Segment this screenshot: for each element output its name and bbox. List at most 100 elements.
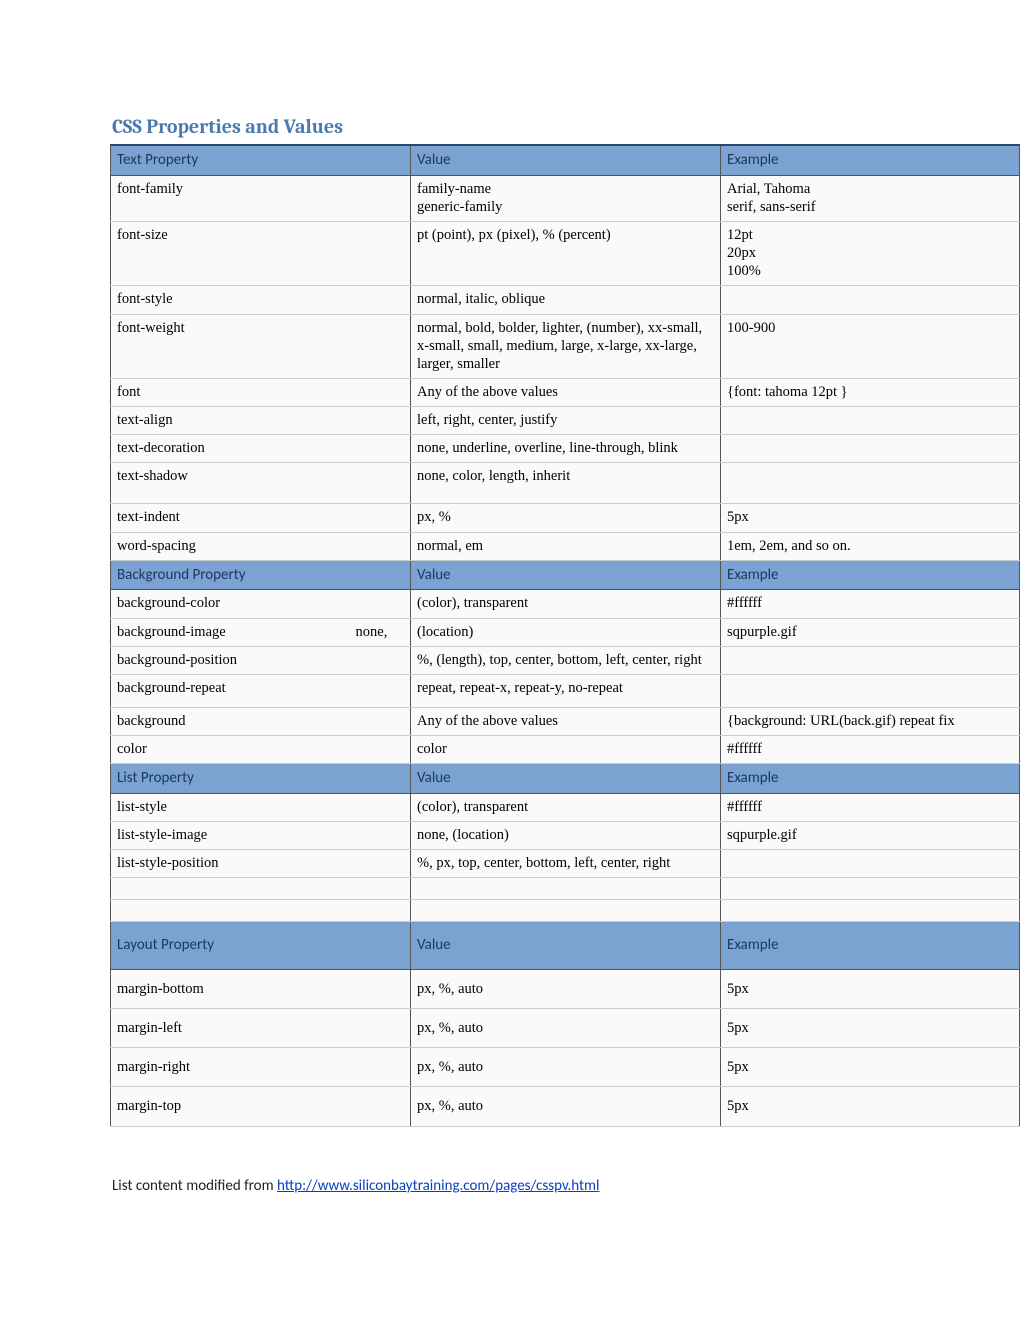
cell-property-text: background-image	[117, 624, 226, 640]
table-row	[111, 878, 1020, 900]
cell-property: list-style	[111, 793, 411, 821]
table-row: color color #ffffff	[111, 736, 1020, 764]
cell-property: margin-left	[111, 1009, 411, 1048]
cell-example: 100-900	[721, 314, 1020, 378]
cell-example: sqpurple.gif	[721, 618, 1020, 646]
cell-property: font-family	[111, 175, 411, 221]
cell-example: #ffffff	[721, 736, 1020, 764]
table-row: text-indent px, % 5px	[111, 504, 1020, 532]
cell-example	[721, 407, 1020, 435]
cell-property: background-color	[111, 590, 411, 618]
table-row: list-style-image none, (location) sqpurp…	[111, 822, 1020, 850]
cell-value: family-namegeneric-family	[411, 175, 721, 221]
table-row: font-style normal, italic, oblique	[111, 286, 1020, 314]
cell-value: Any of the above values	[411, 378, 721, 406]
cell-example	[721, 435, 1020, 463]
cell-property: font-style	[111, 286, 411, 314]
cell-property: font-size	[111, 222, 411, 286]
cell-value: Any of the above values	[411, 707, 721, 735]
table-row: list-style (color), transparent #ffffff	[111, 793, 1020, 821]
table-row: font-size pt (point), px (pixel), % (per…	[111, 222, 1020, 286]
table-row: font Any of the above values {font: taho…	[111, 378, 1020, 406]
cell-example: {font: tahoma 12pt }	[721, 378, 1020, 406]
cell-example	[721, 674, 1020, 707]
table-row: margin-left px, %, auto 5px	[111, 1009, 1020, 1048]
col-header-property: Layout Property	[111, 922, 411, 970]
cell-property: text-indent	[111, 504, 411, 532]
col-header-example: Example	[721, 764, 1020, 794]
col-header-property: Background Property	[111, 560, 411, 590]
cell-value: px, %, auto	[411, 1048, 721, 1087]
cell-value: normal, italic, oblique	[411, 286, 721, 314]
cell-property: margin-right	[111, 1048, 411, 1087]
cell-property: margin-top	[111, 1087, 411, 1126]
cell-property-none: none,	[229, 623, 387, 641]
cell-example	[721, 646, 1020, 674]
cell-property: text-shadow	[111, 463, 411, 504]
page-title: CSS Properties and Values	[112, 115, 1020, 138]
cell-example: 12pt20px100%	[721, 222, 1020, 286]
cell-example	[721, 850, 1020, 878]
table-row	[111, 900, 1020, 922]
table-row: background-position %, (length), top, ce…	[111, 646, 1020, 674]
cell-value: px, %, auto	[411, 1009, 721, 1048]
footer-link[interactable]: http://www.siliconbaytraining.com/pages/…	[277, 1177, 600, 1195]
section-header-layout: Layout Property Value Example	[111, 922, 1020, 970]
cell-property: color	[111, 736, 411, 764]
table-row: background-image none, (location) sqpurp…	[111, 618, 1020, 646]
table-row: text-shadow none, color, length, inherit	[111, 463, 1020, 504]
cell-value: (color), transparent	[411, 590, 721, 618]
cell-example: #ffffff	[721, 590, 1020, 618]
cell-example: #ffffff	[721, 793, 1020, 821]
col-header-property: Text Property	[111, 145, 411, 175]
cell-example: {background: URL(back.gif) repeat fix	[721, 707, 1020, 735]
section-header-background: Background Property Value Example	[111, 560, 1020, 590]
table-row: word-spacing normal, em 1em, 2em, and so…	[111, 532, 1020, 560]
table-row: font-weight normal, bold, bolder, lighte…	[111, 314, 1020, 378]
cell-value: px, %, auto	[411, 1087, 721, 1126]
cell-value: (location)	[411, 618, 721, 646]
cell-example: 5px	[721, 970, 1020, 1009]
col-header-value: Value	[411, 145, 721, 175]
table-row: margin-bottom px, %, auto 5px	[111, 970, 1020, 1009]
cell-value: %, (length), top, center, bottom, left, …	[411, 646, 721, 674]
cell-property: list-style-image	[111, 822, 411, 850]
cell-example: sqpurple.gif	[721, 822, 1020, 850]
table-row: font-family family-namegeneric-family Ar…	[111, 175, 1020, 221]
table-row: margin-right px, %, auto 5px	[111, 1048, 1020, 1087]
cell-value: normal, em	[411, 532, 721, 560]
col-header-value: Value	[411, 560, 721, 590]
cell-property: list-style-position	[111, 850, 411, 878]
table-row: background Any of the above values {back…	[111, 707, 1020, 735]
cell-property: word-spacing	[111, 532, 411, 560]
section-header-list: List Property Value Example	[111, 764, 1020, 794]
cell-value: none, (location)	[411, 822, 721, 850]
cell-value: (color), transparent	[411, 793, 721, 821]
cell-example: 5px	[721, 1009, 1020, 1048]
cell-value: none, underline, overline, line-through,…	[411, 435, 721, 463]
cell-property: font	[111, 378, 411, 406]
col-header-value: Value	[411, 764, 721, 794]
cell-property: text-align	[111, 407, 411, 435]
footer-text: List content modified from	[112, 1177, 277, 1195]
table-row: margin-top px, %, auto 5px	[111, 1087, 1020, 1126]
cell-example: 5px	[721, 1087, 1020, 1126]
cell-value: left, right, center, justify	[411, 407, 721, 435]
cell-property: text-decoration	[111, 435, 411, 463]
cell-value: color	[411, 736, 721, 764]
cell-example	[721, 286, 1020, 314]
cell-example: 1em, 2em, and so on.	[721, 532, 1020, 560]
cell-value: px, %, auto	[411, 970, 721, 1009]
cell-property: margin-bottom	[111, 970, 411, 1009]
cell-value: none, color, length, inherit	[411, 463, 721, 504]
col-header-example: Example	[721, 560, 1020, 590]
col-header-property: List Property	[111, 764, 411, 794]
table-row: list-style-position %, px, top, center, …	[111, 850, 1020, 878]
cell-value: pt (point), px (pixel), % (percent)	[411, 222, 721, 286]
col-header-value: Value	[411, 922, 721, 970]
table-row: background-repeat repeat, repeat-x, repe…	[111, 674, 1020, 707]
cell-example: 5px	[721, 1048, 1020, 1087]
col-header-example: Example	[721, 145, 1020, 175]
table-row: background-color (color), transparent #f…	[111, 590, 1020, 618]
cell-value: normal, bold, bolder, lighter, (number),…	[411, 314, 721, 378]
